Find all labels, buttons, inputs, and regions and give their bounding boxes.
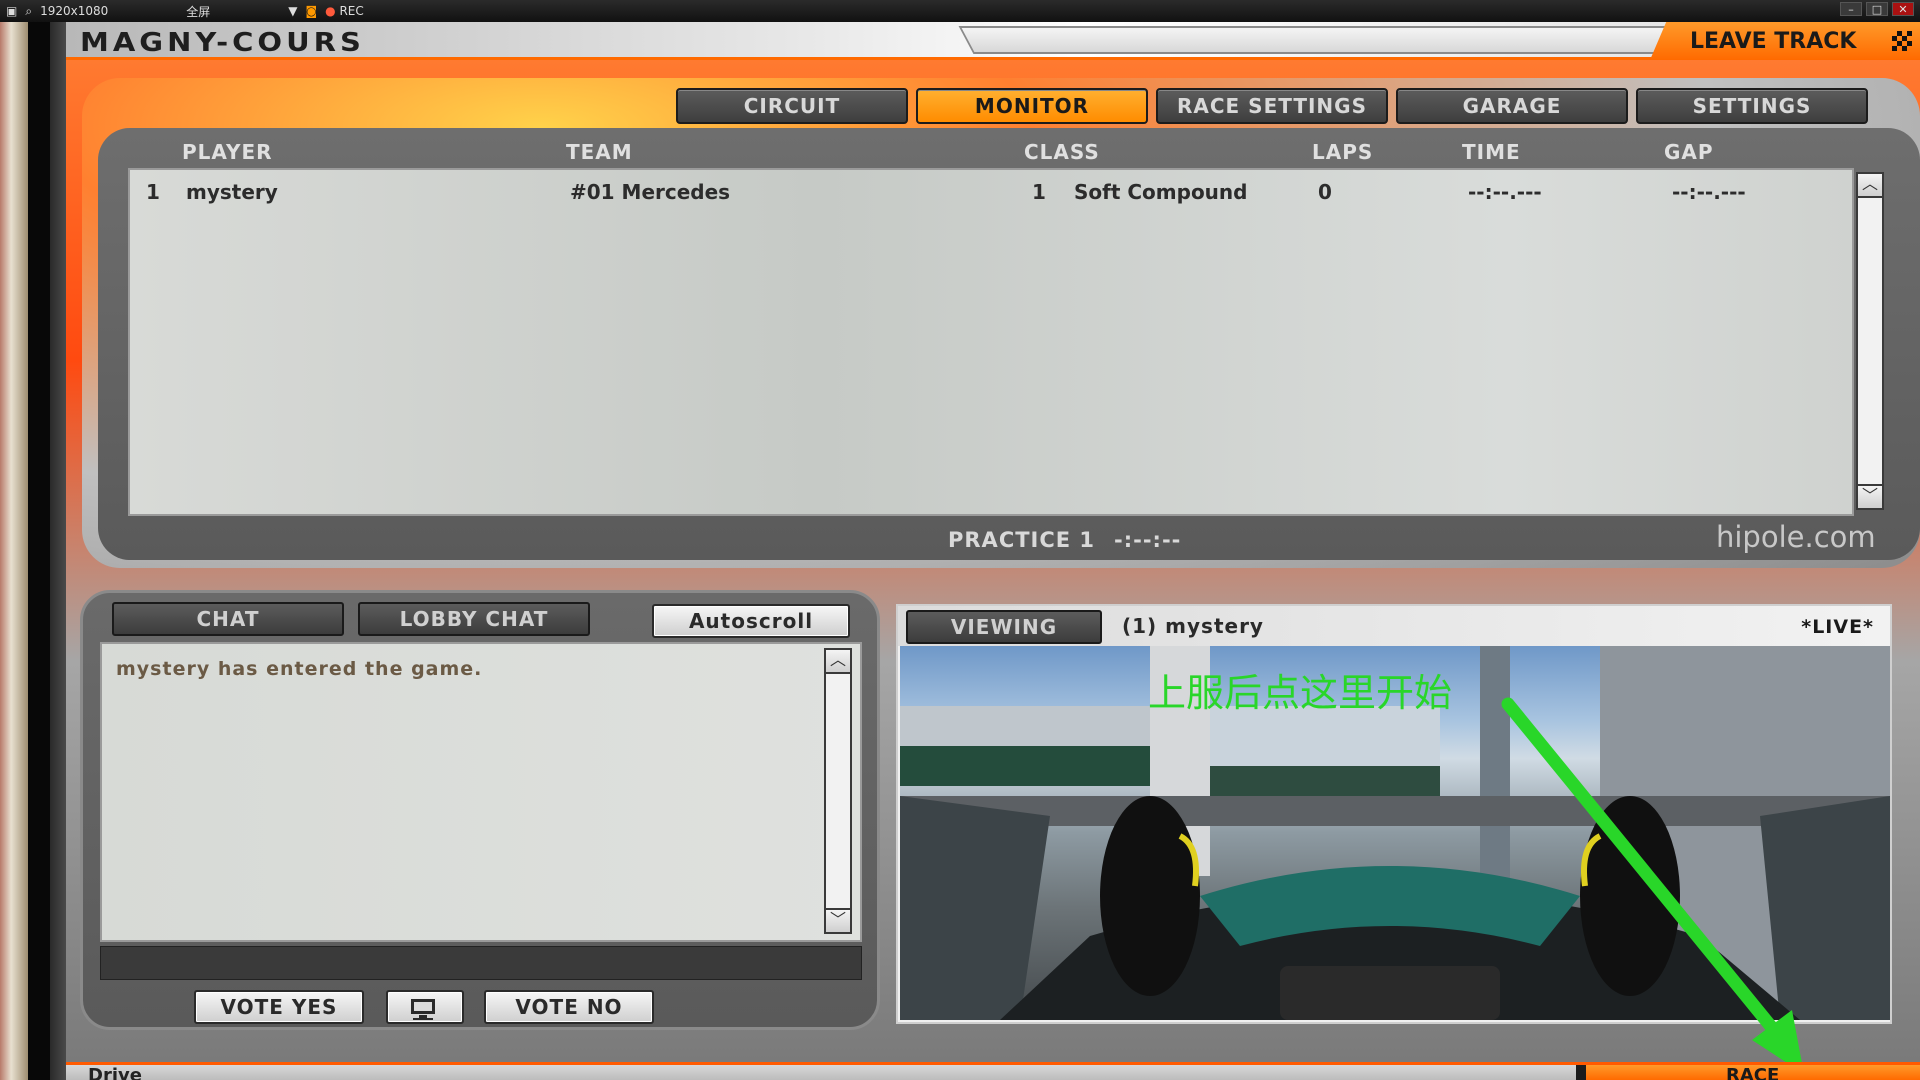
annotation-arrow bbox=[1501, 697, 1804, 1074]
monitor-icon[interactable]: ▣ bbox=[6, 4, 17, 18]
drive-field[interactable]: Drive bbox=[66, 1065, 1576, 1080]
window-controls: – □ ✕ bbox=[1840, 2, 1914, 16]
race-button[interactable]: RACE bbox=[1586, 1065, 1920, 1080]
dropdown-icon[interactable]: ▼ bbox=[288, 4, 297, 18]
record-label: REC bbox=[339, 4, 364, 18]
record-button[interactable]: ● REC bbox=[325, 4, 364, 18]
minimize-icon[interactable]: – bbox=[1840, 2, 1862, 16]
bottom-bar: Drive RACE bbox=[66, 1062, 1920, 1080]
capture-toolbar: ▣ ⌕ 1920x1080 全屏 ▼ ◙ ● REC – □ ✕ bbox=[0, 0, 1920, 22]
camera-icon[interactable]: ◙ bbox=[306, 4, 318, 18]
maximize-icon[interactable]: □ bbox=[1866, 2, 1888, 16]
capture-resolution[interactable]: 1920x1080 bbox=[40, 4, 108, 18]
close-icon[interactable]: ✕ bbox=[1892, 2, 1914, 16]
magnifier-icon[interactable]: ⌕ bbox=[25, 4, 32, 19]
capture-mode[interactable]: 全屏 bbox=[186, 3, 210, 20]
